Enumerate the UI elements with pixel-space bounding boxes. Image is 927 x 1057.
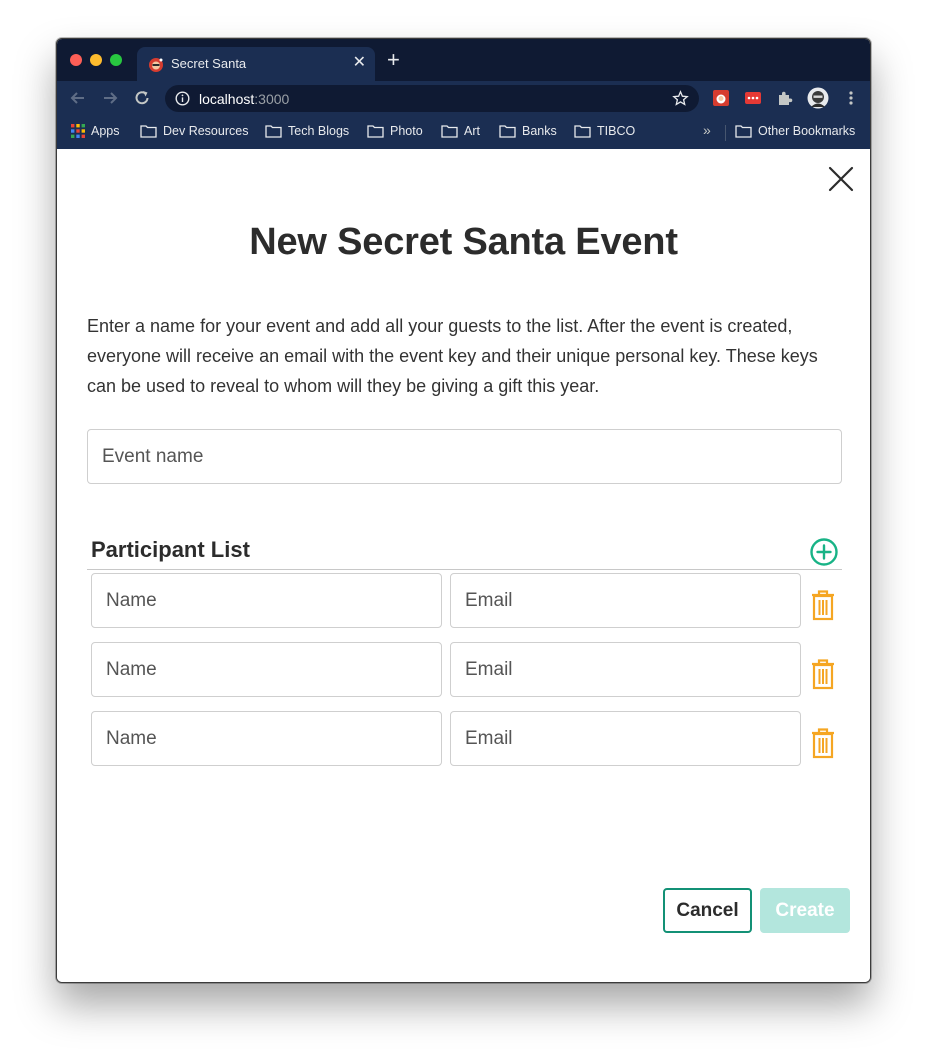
participant-name-input[interactable] — [91, 642, 442, 697]
page-title: New Secret Santa Event — [249, 221, 678, 263]
forward-icon[interactable] — [101, 89, 119, 107]
event-name-input[interactable] — [87, 429, 842, 484]
participant-list-title: Participant List — [91, 537, 250, 562]
menu-icon[interactable] — [842, 89, 860, 107]
browser-toolbar: localhost:3000 — [57, 81, 870, 115]
browser-tab[interactable]: Secret Santa ✕ — [137, 47, 375, 81]
bookmark-folder[interactable]: TIBCO — [574, 124, 635, 138]
participant-name-input[interactable] — [91, 573, 442, 628]
participant-email-input[interactable] — [450, 642, 801, 697]
bookmarks-divider — [725, 125, 726, 141]
trash-icon[interactable] — [809, 589, 837, 621]
folder-icon — [140, 125, 157, 138]
close-icon[interactable] — [828, 166, 854, 192]
bookmark-folder[interactable]: Art — [441, 124, 480, 138]
create-button[interactable]: Create — [760, 888, 850, 933]
folder-icon — [499, 125, 516, 138]
bookmark-other[interactable]: Other Bookmarks — [735, 124, 855, 138]
bookmarks-overflow-button[interactable]: » — [703, 122, 711, 138]
bookmark-label: Banks — [522, 124, 557, 138]
folder-icon — [265, 125, 282, 138]
santa-favicon-icon — [149, 58, 163, 72]
bookmarks-bar: Apps Dev Resources Tech Blogs Photo Art … — [57, 115, 870, 149]
bookmark-folder[interactable]: Photo — [367, 124, 423, 138]
add-participant-icon[interactable] — [809, 537, 839, 567]
extensions-icon[interactable] — [776, 89, 794, 107]
window-close-button[interactable] — [70, 54, 82, 66]
bookmark-folder[interactable]: Banks — [499, 124, 557, 138]
section-divider — [87, 569, 842, 570]
bookmark-label: Apps — [91, 124, 120, 138]
bookmark-apps[interactable]: Apps — [71, 124, 120, 138]
new-tab-button[interactable]: + — [387, 49, 400, 71]
bookmark-folder[interactable]: Tech Blogs — [265, 124, 349, 138]
apps-grid-icon — [71, 124, 85, 138]
santa-extension-icon[interactable] — [712, 89, 730, 107]
bookmark-label: Tech Blogs — [288, 124, 350, 138]
bookmark-label: Art — [464, 124, 480, 138]
back-icon[interactable] — [69, 89, 87, 107]
folder-icon — [574, 125, 591, 138]
tab-title: Secret Santa — [171, 56, 247, 71]
tab-close-icon[interactable]: ✕ — [353, 53, 366, 73]
profile-avatar[interactable] — [807, 87, 829, 109]
bookmark-folder[interactable]: Dev Resources — [140, 124, 248, 138]
new-event-modal: New Secret Santa Event Enter a name for … — [57, 149, 870, 982]
cancel-button[interactable]: Cancel — [663, 888, 752, 933]
trash-icon[interactable] — [809, 727, 837, 759]
window-minimize-button[interactable] — [90, 54, 102, 66]
window-zoom-button[interactable] — [110, 54, 122, 66]
address-bar[interactable]: localhost:3000 — [165, 85, 699, 112]
tab-bar: Secret Santa ✕ + — [57, 39, 870, 81]
browser-window: Secret Santa ✕ + localhost:3000 Apps Dev… — [56, 38, 871, 983]
folder-icon — [367, 125, 384, 138]
trash-icon[interactable] — [809, 658, 837, 690]
bookmark-label: Other Bookmarks — [758, 124, 856, 138]
reload-icon[interactable] — [133, 89, 151, 107]
url-text: localhost:3000 — [199, 91, 290, 107]
participant-name-input[interactable] — [91, 711, 442, 766]
participant-email-input[interactable] — [450, 711, 801, 766]
folder-icon — [441, 125, 458, 138]
bookmark-label: TIBCO — [597, 124, 636, 138]
password-extension-icon[interactable] — [744, 89, 762, 107]
star-icon[interactable] — [672, 90, 689, 107]
event-description: Enter a name for your event and add all … — [87, 316, 818, 396]
folder-icon — [735, 125, 752, 138]
info-icon[interactable] — [175, 91, 190, 106]
bookmark-label: Photo — [390, 124, 423, 138]
bookmark-label: Dev Resources — [163, 124, 249, 138]
participant-email-input[interactable] — [450, 573, 801, 628]
